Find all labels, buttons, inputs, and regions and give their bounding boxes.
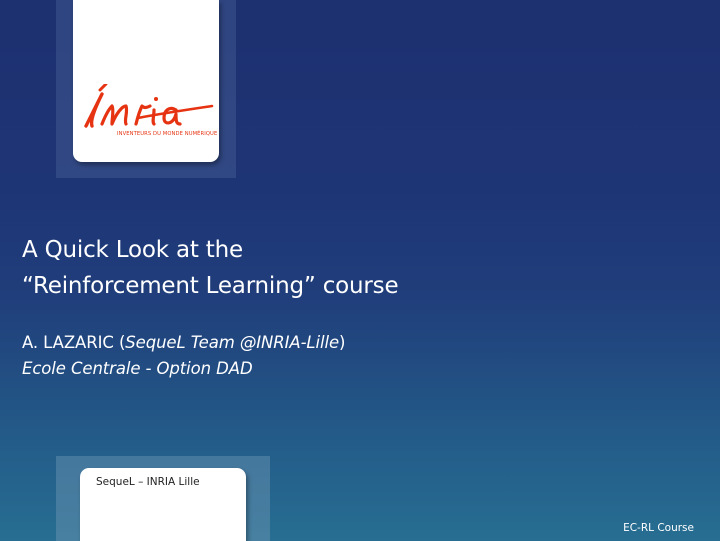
title-line-2: “Reinforcement Learning” course bbox=[22, 273, 399, 299]
logo-card bbox=[73, 0, 219, 162]
logo-tagline: INVENTEURS DU MONDE NUMÉRIQUE bbox=[117, 131, 218, 137]
institute-line: Ecole Centrale - Option DAD bbox=[22, 359, 253, 378]
footer-left-label: SequeL – INRIA Lille bbox=[96, 476, 200, 488]
inria-logo-icon bbox=[84, 84, 214, 128]
author-close-paren: ) bbox=[339, 333, 346, 352]
author-affiliation: SequeL Team @INRIA-Lille bbox=[125, 333, 340, 352]
slide-title: A Quick Look at the “Reinforcement Learn… bbox=[22, 232, 399, 304]
author-open-paren: ( bbox=[113, 333, 126, 352]
author-line: A. LAZARIC (SequeL Team @INRIA-Lille) bbox=[22, 332, 345, 354]
footer-right-label: EC-RL Course bbox=[623, 522, 694, 534]
title-line-1: A Quick Look at the bbox=[22, 237, 243, 263]
author-name: A. LAZARIC bbox=[22, 333, 114, 352]
